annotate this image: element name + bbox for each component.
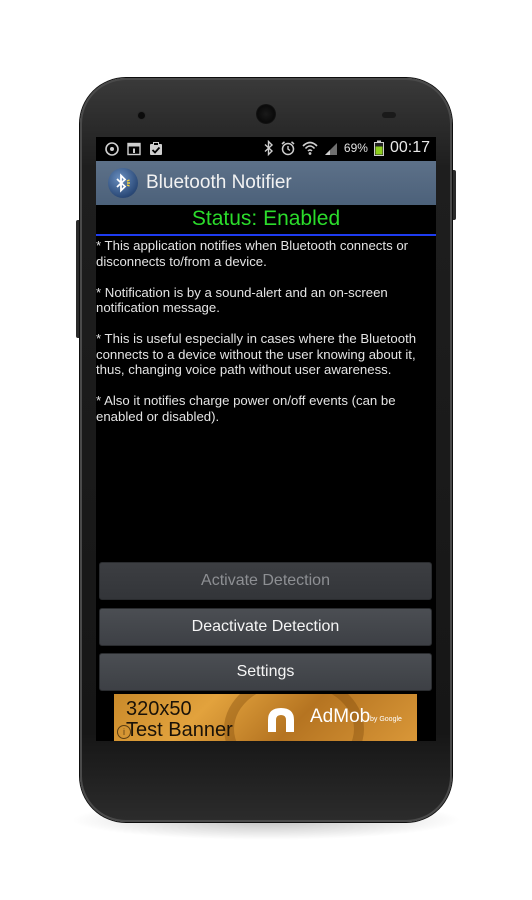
description-paragraph: * Also it notifies charge power on/off e…	[96, 393, 396, 424]
ad-info-icon[interactable]: i	[117, 725, 131, 739]
app-title: Bluetooth Notifier	[146, 172, 292, 193]
clock: 00:17	[389, 139, 430, 156]
description-paragraph: * This application notifies when Bluetoo…	[96, 238, 409, 269]
bluetooth-icon	[264, 140, 273, 156]
settings-button[interactable]: Settings	[99, 653, 432, 691]
deactivate-detection-button[interactable]: Deactivate Detection	[99, 608, 432, 646]
front-camera	[138, 112, 145, 119]
alarm-icon	[281, 141, 295, 156]
admob-logo-icon	[268, 708, 294, 732]
alarm-clock-icon	[105, 142, 119, 156]
calendar-icon	[127, 142, 141, 156]
ad-size-text: 320x50	[126, 698, 192, 720]
admob-brand: AdMob	[310, 706, 371, 727]
earpiece-speaker	[256, 104, 276, 124]
status-text: Status: Enabled	[191, 207, 341, 230]
ad-test-text: Test Banner	[126, 719, 233, 741]
ad-banner[interactable]: 320x50 Test Banner i AdMob by Google	[114, 694, 417, 741]
proximity-sensor	[382, 112, 396, 118]
action-bar: Bluetooth Notifier	[96, 161, 436, 205]
phone-screen: 69% 00:17 Bluetooth Notifier Status: Ena…	[96, 137, 436, 741]
bluetooth-app-icon[interactable]	[108, 168, 138, 198]
status-bar: 69% 00:17	[96, 137, 436, 161]
settings-label: Settings	[236, 663, 295, 680]
description: * This application notifies when Bluetoo…	[96, 238, 430, 440]
battery-percent: 69%	[343, 141, 368, 155]
description-paragraph: * This is useful especially in cases whe…	[96, 331, 417, 377]
deactivate-detection-label: Deactivate Detection	[191, 618, 340, 635]
clipboard-check-icon	[150, 142, 162, 155]
wifi-icon	[302, 141, 318, 155]
activate-detection-button[interactable]: Activate Detection	[99, 562, 432, 600]
signal-icon	[324, 143, 337, 155]
battery-icon	[373, 140, 384, 156]
status-bar-right: 69% 00:17	[264, 139, 430, 157]
status-bar-left	[104, 141, 164, 157]
divider	[96, 234, 436, 236]
admob-by-google: by Google	[370, 716, 402, 723]
description-paragraph: * Notification is by a sound-alert and a…	[96, 284, 388, 316]
activate-detection-label: Activate Detection	[201, 572, 330, 589]
